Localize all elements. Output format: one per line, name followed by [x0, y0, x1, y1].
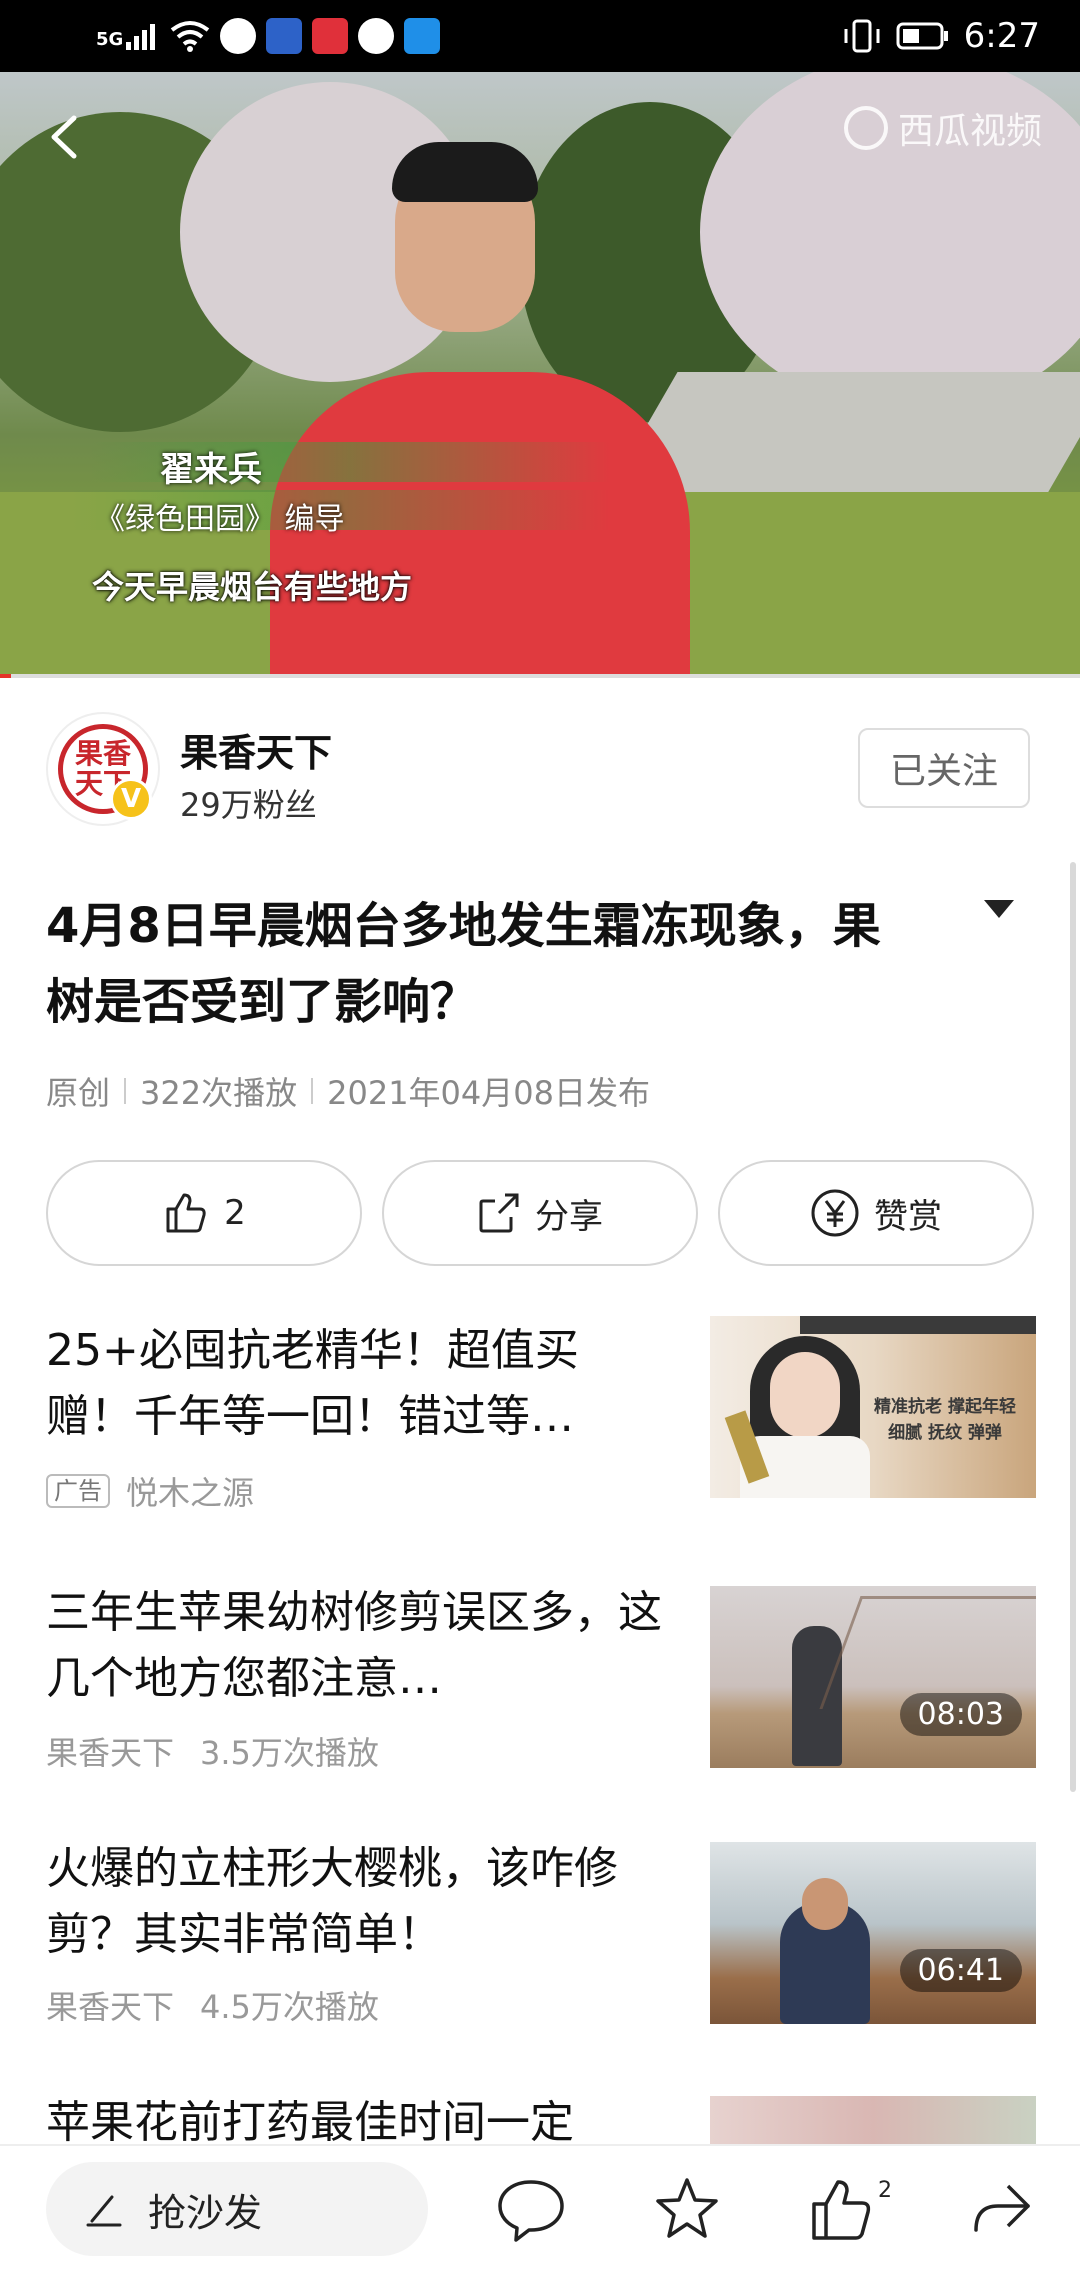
status-bar: 5G 6:27	[0, 0, 1080, 72]
video-title: 4月8日早晨烟台多地发生霜冻现象，果树是否受到了影响？	[46, 898, 881, 1030]
expand-caret-icon[interactable]	[984, 900, 1014, 918]
verified-badge-icon: V	[110, 778, 152, 820]
signal-icon: 5G	[96, 22, 160, 50]
feed-item-title[interactable]: 三年生苹果幼树修剪误区多，这几个地方您都注意…	[46, 1580, 666, 1712]
scrollbar[interactable]	[1070, 862, 1076, 1792]
feed-item-meta: 果香天下 4.5万次播放	[46, 1982, 379, 2028]
like-button[interactable]: 2	[46, 1160, 362, 1266]
play-logo-icon	[843, 106, 888, 150]
watermark-text: 西瓜视频	[897, 111, 1042, 152]
meta-divider	[124, 1078, 127, 1104]
battery-icon	[896, 22, 948, 50]
video-subtitle: 今天早晨烟台有些地方	[92, 568, 413, 606]
status-left-icons: 5G	[96, 14, 441, 58]
clock: 6:27	[963, 16, 1040, 56]
ad-badge: 广告	[46, 1474, 110, 1508]
thumbs-up-icon[interactable]	[806, 2172, 880, 2246]
network-label: 5G	[96, 29, 124, 50]
feed-item-thumbnail[interactable]: 08:03	[710, 1586, 1036, 1768]
pen-icon	[86, 2195, 122, 2227]
caption-person-role: 《绿色田园》 编导	[95, 502, 345, 537]
yuan-coin-icon	[811, 1189, 859, 1237]
feed-item-thumbnail[interactable]: 06:41	[710, 1842, 1036, 2024]
favorite-star-icon[interactable]	[650, 2172, 724, 2246]
globe-app-icon	[220, 18, 257, 54]
video-duration: 06:41	[899, 1949, 1022, 1992]
feed-item-views: 4.5万次播放	[200, 1988, 379, 2026]
feed-item-title[interactable]: 25+必囤抗老精华！超值买赠！千年等一回！错过等…	[46, 1318, 666, 1450]
news-app-icon	[266, 18, 303, 54]
vibrate-icon	[844, 19, 880, 53]
status-right-icons: 6:27	[842, 14, 1040, 58]
feed-item-meta: 果香天下 3.5万次播放	[46, 1728, 379, 1774]
bottom-like-count: 2	[878, 2178, 892, 2203]
like-count: 2	[224, 1193, 246, 1233]
thumbs-up-icon	[166, 1193, 206, 1233]
thumb-figure-face	[802, 1878, 848, 1930]
follow-button[interactable]: 已关注	[858, 728, 1030, 808]
comment-icon[interactable]	[494, 2172, 568, 2246]
reward-label: 赞赏	[874, 1196, 942, 1237]
ad-copy-text: 精准抗老 撑起年轻 细腻 抚纹 弹弹	[874, 1397, 1016, 1443]
video-meta: 原创 322次播放 2021年04月08日发布	[46, 1068, 650, 1114]
reward-button[interactable]: 赞赏	[718, 1160, 1034, 1266]
book-app-icon	[312, 18, 349, 54]
feed-item-title[interactable]: 火爆的立柱形大樱桃，该咋修剪？其实非常简单！	[46, 1836, 666, 1968]
share-label: 分享	[535, 1196, 603, 1237]
feed-item-thumbnail[interactable]	[710, 2096, 1036, 2144]
feed-item-source: 悦木之源	[126, 1474, 255, 1512]
wechat-icon	[358, 18, 395, 54]
comment-placeholder: 抢沙发	[148, 2190, 263, 2235]
video-progress-bar[interactable]	[0, 674, 1080, 678]
ad-model-face	[770, 1352, 840, 1438]
caption-person-name: 翟来兵	[160, 450, 262, 490]
feed-item-source: 果香天下	[46, 1988, 175, 2026]
feed-item-views: 3.5万次播放	[200, 1734, 379, 1772]
presenter-hair	[392, 142, 538, 202]
feed-item-thumbnail[interactable]: 精准抗老 撑起年轻 细腻 抚纹 弹弹	[710, 1316, 1036, 1498]
meta-original: 原创	[46, 1074, 111, 1112]
comment-input[interactable]: 抢沙发	[46, 2162, 428, 2256]
video-progress-fill	[0, 674, 11, 678]
ad-banner-strip	[800, 1316, 1036, 1334]
wifi-icon	[171, 21, 210, 52]
compass-app-icon	[404, 18, 441, 54]
meta-divider	[311, 1078, 314, 1104]
feed-item-source: 果香天下	[46, 1734, 175, 1772]
forward-share-icon[interactable]	[964, 2172, 1038, 2246]
video-watermark: 西瓜视频	[843, 102, 1042, 154]
video-duration: 08:03	[899, 1693, 1022, 1736]
share-icon	[479, 1193, 519, 1233]
feed-item-meta: 广告 悦木之源	[46, 1468, 254, 1514]
video-player[interactable]: 西瓜视频 翟来兵 《绿色田园》 编导 今天早晨烟台有些地方	[0, 72, 1080, 676]
channel-fans: 29万粉丝	[180, 786, 317, 824]
meta-date: 2021年04月08日发布	[327, 1074, 650, 1112]
share-button[interactable]: 分享	[382, 1160, 698, 1266]
meta-plays: 322次播放	[140, 1074, 298, 1112]
feed-item-title[interactable]: 苹果花前打药最佳时间一定	[46, 2090, 666, 2144]
back-arrow-icon[interactable]	[42, 112, 92, 162]
channel-name[interactable]: 果香天下	[180, 722, 332, 777]
